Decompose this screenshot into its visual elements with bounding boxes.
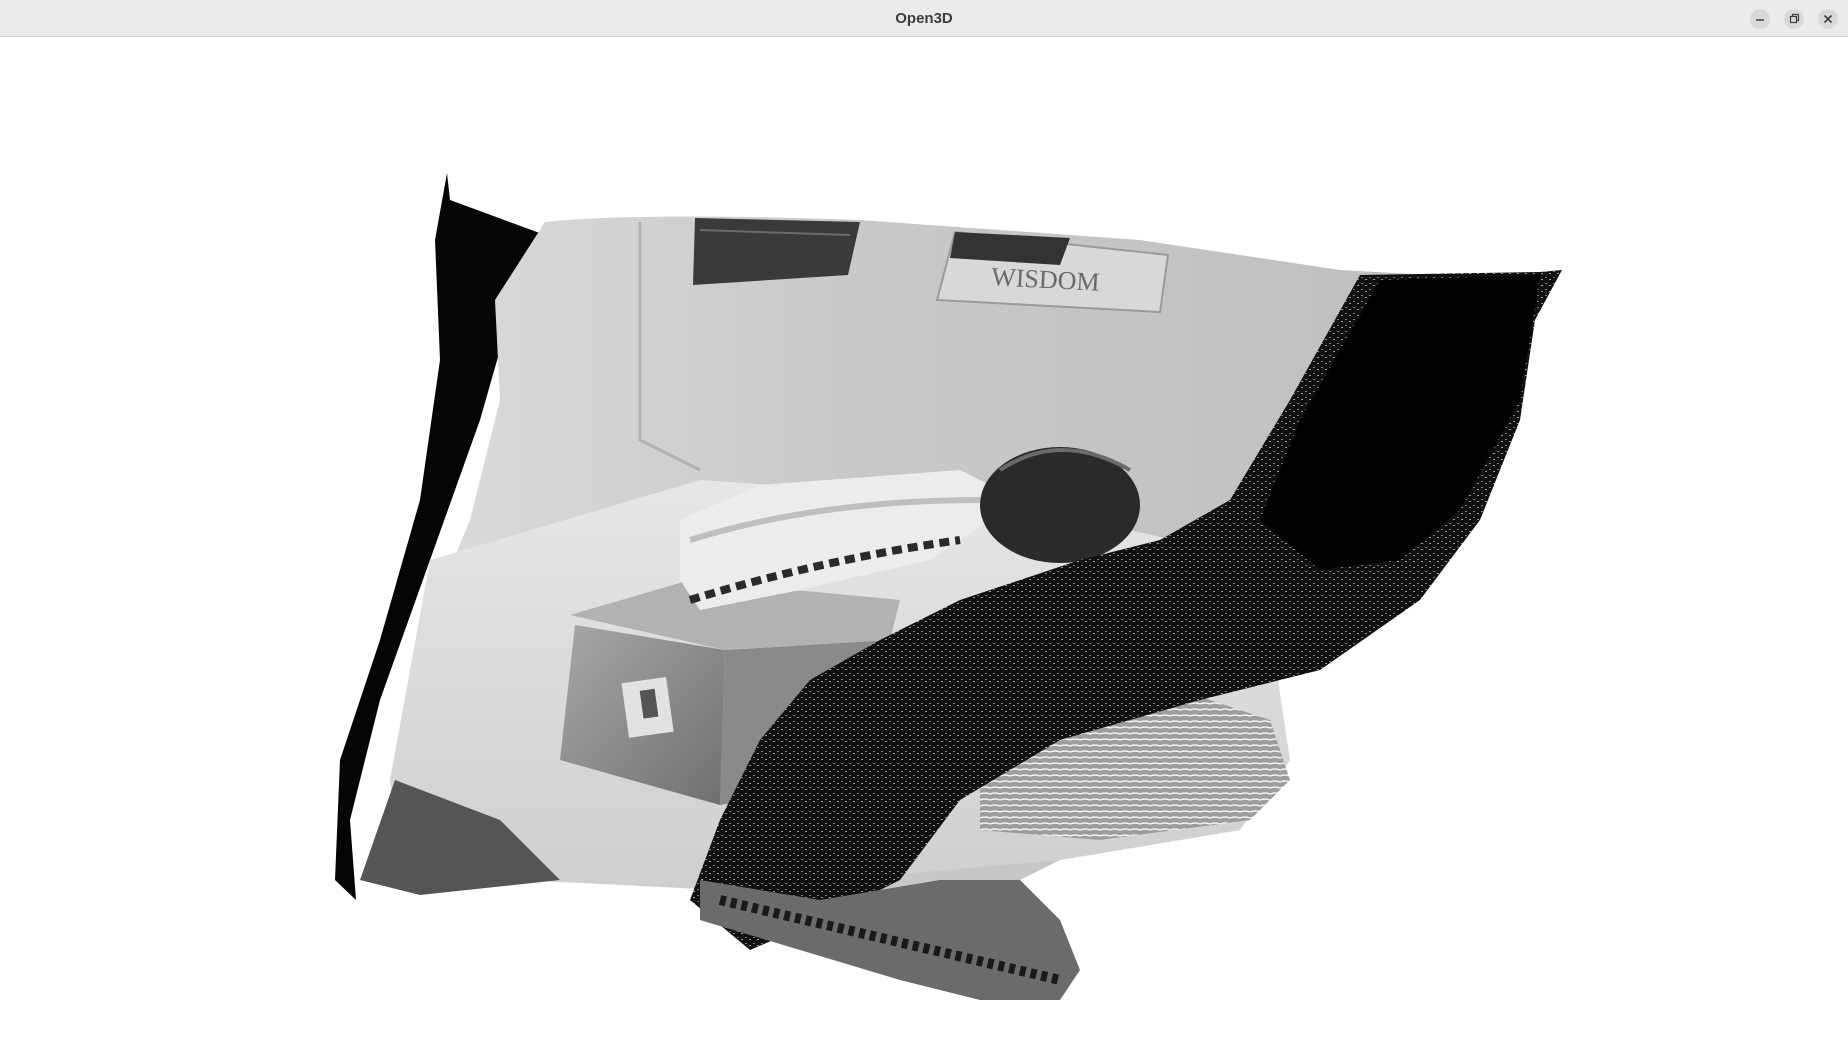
restore-icon xyxy=(1789,13,1800,24)
window-title: Open3D xyxy=(895,10,953,27)
open3d-window: Open3D WISDOM xyxy=(0,0,1848,1055)
close-button[interactable] xyxy=(1818,9,1838,29)
minimize-icon xyxy=(1756,19,1764,21)
poster-text: WISDOM xyxy=(991,262,1101,297)
3d-viewport[interactable]: WISDOM xyxy=(0,37,1848,1055)
maximize-button[interactable] xyxy=(1784,9,1804,29)
point-cloud-render: WISDOM xyxy=(335,173,1562,1000)
titlebar[interactable]: Open3D xyxy=(0,0,1848,37)
close-icon xyxy=(1823,14,1833,24)
minimize-button[interactable] xyxy=(1750,9,1770,29)
wall-poster-left xyxy=(693,218,860,285)
